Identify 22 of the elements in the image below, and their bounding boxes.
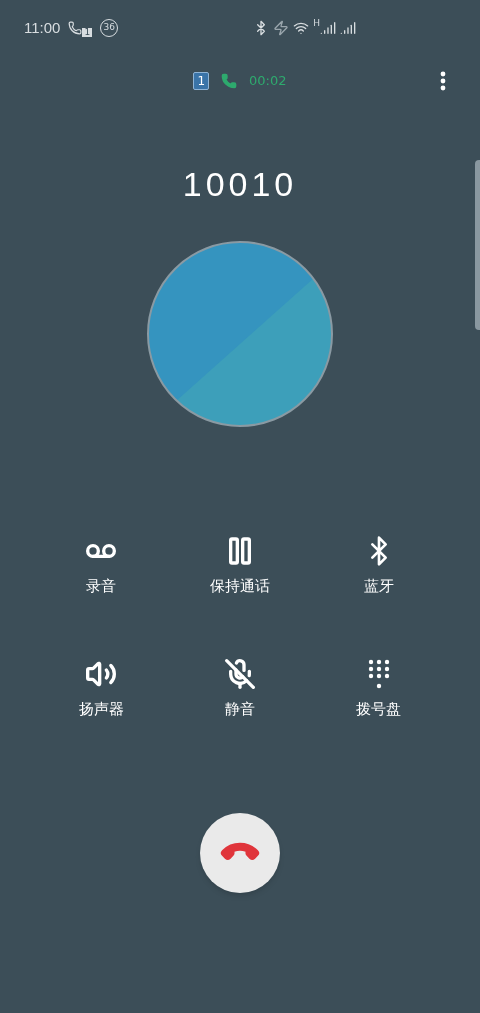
phone-number: 10010	[182, 167, 298, 201]
call-action-button[interactable]: 录音	[32, 535, 171, 594]
call-action-button[interactable]: 扬声器	[32, 658, 171, 717]
sim-badge: 1	[82, 27, 93, 37]
call-action-button[interactable]: 静音	[170, 658, 310, 717]
call-status-icon	[68, 21, 83, 35]
phone-icon	[221, 73, 238, 89]
signal-icon	[320, 20, 336, 36]
signal-icon	[340, 20, 356, 36]
network-type: H	[313, 17, 320, 31]
status-time: 11:00	[24, 17, 61, 38]
call-action-button[interactable]: 拨号盘	[309, 658, 448, 717]
dialpad-icon	[366, 658, 391, 690]
call-action-button[interactable]: 蓝牙	[309, 535, 448, 594]
more-options-button[interactable]	[440, 71, 446, 91]
charging-icon	[273, 20, 290, 36]
more-icon	[440, 71, 446, 91]
microphone-off-icon	[224, 658, 256, 690]
wifi-icon	[293, 20, 310, 36]
call-action-button[interactable]: 保持通话	[170, 535, 310, 594]
call-duration: 00:02	[249, 72, 287, 91]
sim-badge: 1	[193, 72, 210, 90]
